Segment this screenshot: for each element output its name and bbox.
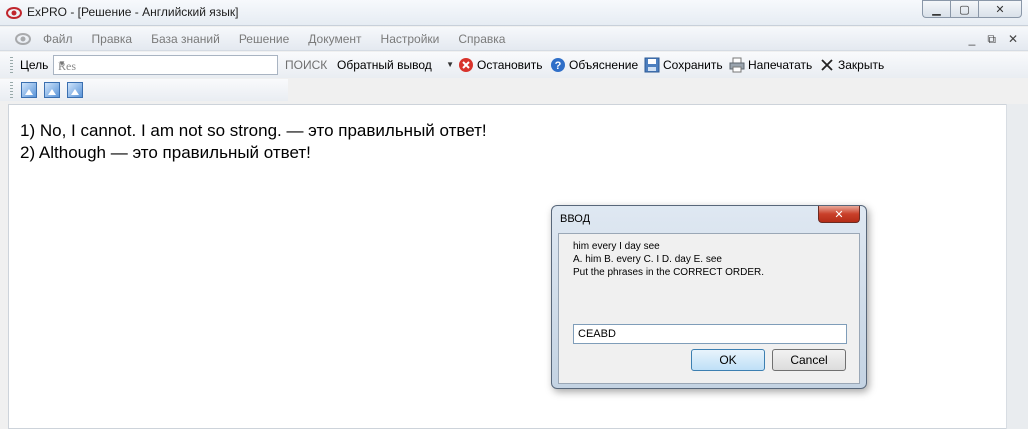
input-dialog: ВВОД ✕ him every I day see A. him B. eve… bbox=[551, 205, 867, 389]
image-icon[interactable] bbox=[44, 82, 60, 98]
answer-input[interactable]: CEABD bbox=[573, 324, 847, 344]
cancel-button[interactable]: Cancel bbox=[772, 349, 846, 371]
menu-help[interactable]: Справка bbox=[458, 32, 505, 46]
goal-combobox[interactable]: Res ▼ bbox=[53, 55, 278, 75]
maximize-icon: ▢ bbox=[959, 3, 970, 16]
search-mode-value: Обратный вывод bbox=[337, 58, 432, 72]
menu-settings[interactable]: Настройки bbox=[381, 32, 440, 46]
printer-icon bbox=[729, 57, 745, 73]
question-text: him every I day see bbox=[573, 241, 660, 252]
help-icon: ? bbox=[551, 58, 565, 72]
instruction-text: Put the phrases in the CORRECT ORDER. bbox=[573, 267, 764, 278]
image-icon[interactable] bbox=[67, 82, 83, 98]
menu-knowledge-base[interactable]: База знаний bbox=[151, 32, 220, 46]
close-icon: ✕ bbox=[995, 3, 1005, 16]
save-icon bbox=[644, 57, 660, 73]
minimize-button[interactable]: ▁ bbox=[922, 0, 950, 18]
close-x-icon bbox=[821, 59, 833, 71]
save-label: Сохранить bbox=[663, 58, 723, 72]
close-button[interactable]: ✕ bbox=[978, 0, 1022, 18]
menu-edit[interactable]: Правка bbox=[92, 32, 133, 46]
toolbar-grip[interactable] bbox=[10, 82, 13, 98]
close-document-button[interactable]: Закрыть bbox=[819, 56, 884, 74]
options-text: A. him B. every C. I D. day E. see bbox=[573, 254, 722, 265]
vertical-scrollbar[interactable] bbox=[1006, 104, 1028, 429]
dialog-close-button[interactable]: ✕ bbox=[818, 206, 860, 223]
print-button[interactable]: Напечатать bbox=[729, 56, 812, 74]
window-title: ExPRO - [Решение - Английский язык] bbox=[27, 5, 239, 19]
dialog-title: ВВОД bbox=[560, 213, 591, 225]
mdi-close-icon[interactable]: ✕ bbox=[1008, 32, 1018, 47]
minimize-icon: ▁ bbox=[932, 3, 941, 16]
goal-label: Цель bbox=[20, 58, 49, 72]
dialog-body: him every I day see A. him B. every C. I… bbox=[558, 233, 860, 384]
image-toolbar bbox=[0, 79, 288, 101]
title-bar: ExPRO - [Решение - Английский язык] ▁ ▢ … bbox=[0, 0, 1028, 26]
explain-label: Объяснение bbox=[569, 58, 639, 72]
svg-text:?: ? bbox=[555, 60, 562, 72]
search-mode-select[interactable]: Обратный вывод ▼ bbox=[332, 55, 456, 75]
maximize-button[interactable]: ▢ bbox=[950, 0, 978, 18]
mdi-minimize-icon[interactable]: _ bbox=[969, 32, 976, 47]
mdi-restore-icon[interactable]: ⧉ bbox=[987, 32, 996, 47]
main-toolbar: Цель Res ▼ ПОИСК Обратный вывод ▼ Остано… bbox=[0, 52, 1028, 78]
image-icon[interactable] bbox=[21, 82, 37, 98]
document-icon[interactable] bbox=[15, 31, 31, 47]
menu-document[interactable]: Документ bbox=[308, 32, 361, 46]
print-label: Напечатать bbox=[748, 58, 813, 72]
save-button[interactable]: Сохранить bbox=[644, 56, 723, 74]
result-line: 2) Although — это правильный ответ! bbox=[20, 143, 311, 162]
stop-button[interactable]: Остановить bbox=[458, 56, 543, 74]
search-label: ПОИСК bbox=[285, 58, 328, 72]
ok-button[interactable]: OK bbox=[691, 349, 765, 371]
close-icon: ✕ bbox=[834, 208, 844, 221]
stop-label: Остановить bbox=[477, 58, 543, 72]
app-logo-icon bbox=[6, 7, 22, 19]
chevron-down-icon[interactable]: ▼ bbox=[446, 60, 454, 69]
menu-file[interactable]: Файл bbox=[43, 32, 73, 46]
result-line: 1) No, I cannot. I am not so strong. — э… bbox=[20, 121, 487, 140]
stop-icon bbox=[459, 58, 473, 72]
menu-bar: Файл Правка База знаний Решение Документ… bbox=[0, 27, 1028, 51]
close-label: Закрыть bbox=[838, 58, 885, 72]
menu-solution[interactable]: Решение bbox=[239, 32, 289, 46]
explain-button[interactable]: ? Объяснение bbox=[550, 56, 638, 74]
chevron-down-icon[interactable]: ▼ bbox=[58, 59, 275, 68]
toolbar-grip[interactable] bbox=[10, 57, 13, 73]
